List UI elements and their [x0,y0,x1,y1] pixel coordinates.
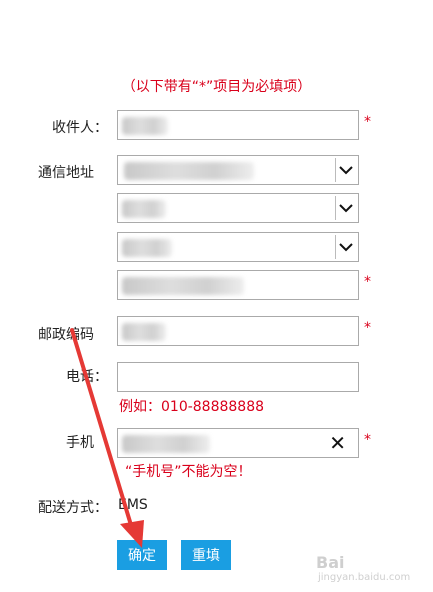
watermark-brand: Bai [316,553,345,572]
annotation-arrow [70,328,144,548]
watermark-url: jingyan.baidu.com [318,572,411,583]
